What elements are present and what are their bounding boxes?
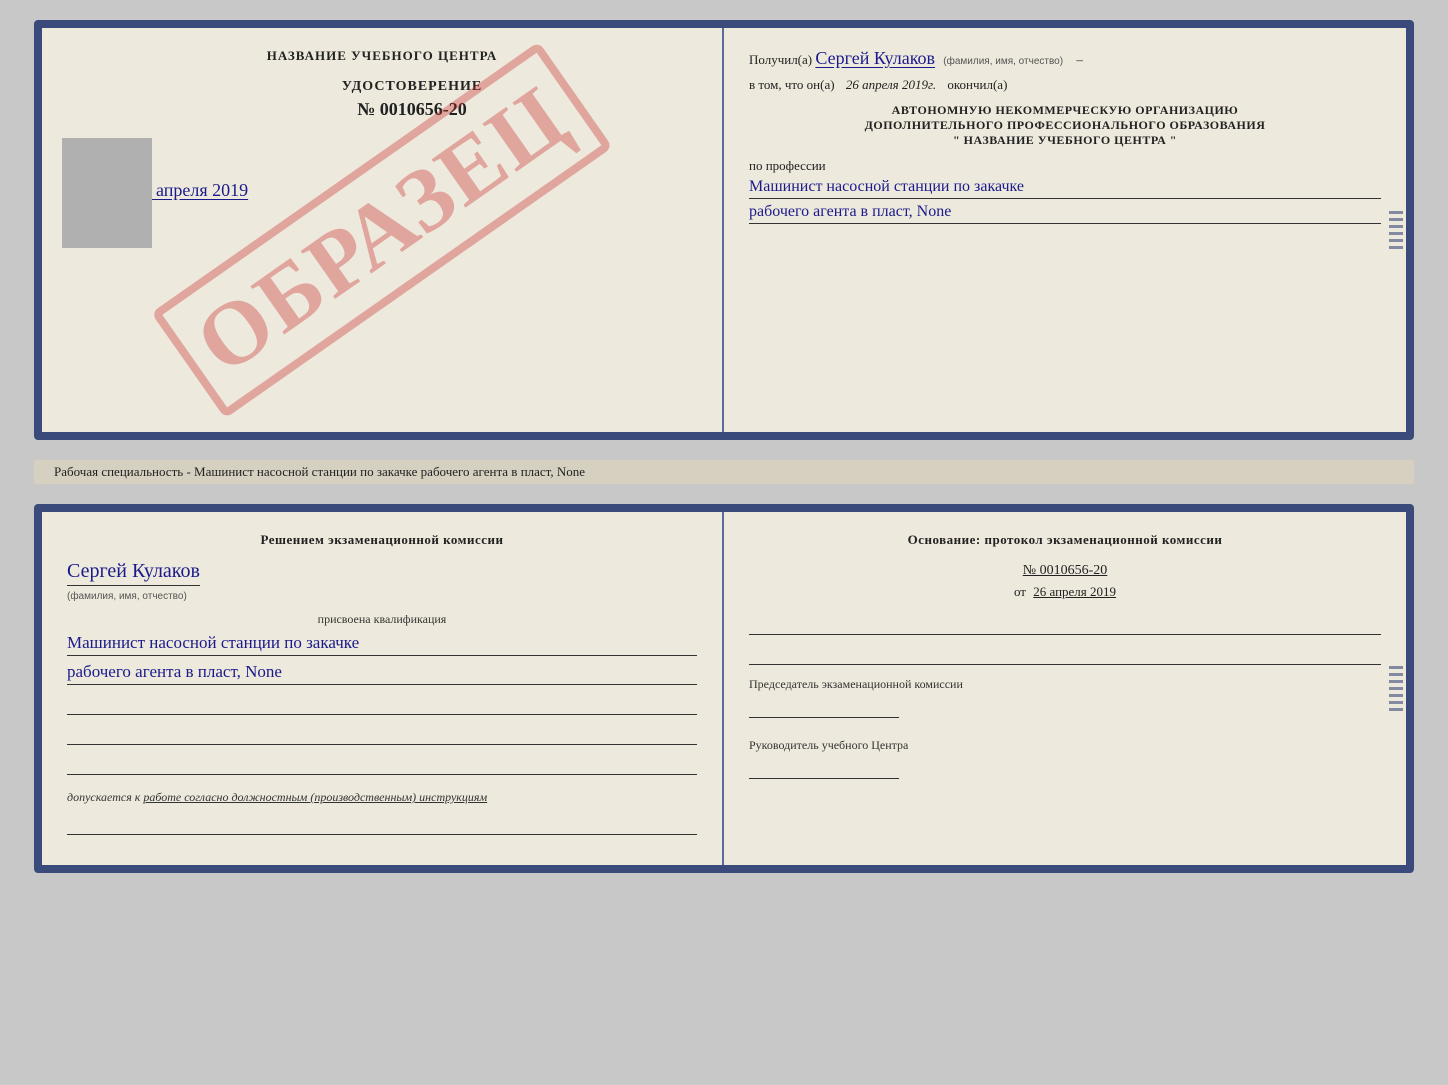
- director-signature-line: [749, 759, 899, 779]
- bottom-right-panel: Основание: протокол экзаменационной коми…: [724, 512, 1406, 865]
- blank-line-2: [67, 725, 697, 745]
- org-line3: " НАЗВАНИЕ УЧЕБНОГО ЦЕНТРА ": [749, 133, 1381, 148]
- qualification-label: присвоена квалификация: [67, 612, 697, 627]
- deco-bar: [1389, 673, 1403, 676]
- deco-bar: [1389, 239, 1403, 242]
- received-line: Получил(а) Сергей Кулаков (фамилия, имя,…: [749, 48, 1381, 69]
- protocol-date: от 26 апреля 2019: [749, 584, 1381, 600]
- training-center-title: НАЗВАНИЕ УЧЕБНОГО ЦЕНТРА: [67, 48, 697, 64]
- deco-bar: [1389, 211, 1403, 214]
- chairman-signature-line: [749, 698, 899, 718]
- profession-line1: Машинист насосной станции по закачке: [749, 178, 1381, 199]
- deco-bar: [1389, 701, 1403, 704]
- protocol-date-prefix: от: [1014, 584, 1026, 599]
- received-name: Сергей Кулаков: [815, 48, 935, 68]
- person-name-block: Сергей Кулаков (фамилия, имя, отчество): [67, 560, 697, 604]
- mp-label: М.П.: [67, 216, 697, 232]
- person-name: Сергей Кулаков: [67, 560, 200, 586]
- blank-line-r2: [749, 645, 1381, 665]
- decision-title: Решением экзаменационной комиссии: [67, 532, 697, 548]
- cert-number: № 0010656-20: [127, 99, 697, 120]
- qualification-line1: Машинист насосной станции по закачке: [67, 633, 697, 656]
- completed-line: в том, что он(а) 26 апреля 2019г. окончи…: [749, 77, 1381, 93]
- chairman-label: Председатель экзаменационной комиссии: [749, 677, 1381, 692]
- side-decoration-bottom: [1386, 512, 1406, 865]
- completed-date: 26 апреля 2019г.: [846, 77, 936, 92]
- bottom-document: Решением экзаменационной комиссии Сергей…: [34, 504, 1414, 873]
- blank-line-r1: [749, 615, 1381, 635]
- blank-line-4: [67, 815, 697, 835]
- deco-bar: [1389, 666, 1403, 669]
- protocol-date-value: 26 апреля 2019: [1033, 584, 1116, 599]
- received-label: Получил(а): [749, 52, 812, 67]
- top-document: НАЗВАНИЕ УЧЕБНОГО ЦЕНТРА ОБРАЗЕЦ УДОСТОВ…: [34, 20, 1414, 440]
- top-left-panel: НАЗВАНИЕ УЧЕБНОГО ЦЕНТРА ОБРАЗЕЦ УДОСТОВ…: [42, 28, 724, 432]
- deco-bar: [1389, 687, 1403, 690]
- profession-line2: рабочего агента в пласт, None: [749, 203, 1381, 224]
- photo-placeholder: [62, 138, 152, 248]
- deco-bar: [1389, 708, 1403, 711]
- qualification-line2: рабочего агента в пласт, None: [67, 662, 697, 685]
- separator-text: Рабочая специальность - Машинист насосно…: [54, 464, 585, 479]
- org-line2: ДОПОЛНИТЕЛЬНОГО ПРОФЕССИОНАЛЬНОГО ОБРАЗО…: [749, 118, 1381, 133]
- deco-bar: [1389, 680, 1403, 683]
- profession-label: по профессии: [749, 158, 1381, 174]
- deco-bar: [1389, 246, 1403, 249]
- blank-line-3: [67, 755, 697, 775]
- bottom-left-panel: Решением экзаменационной комиссии Сергей…: [42, 512, 724, 865]
- director-block: Руководитель учебного Центра: [749, 738, 1381, 779]
- side-decoration: [1386, 28, 1406, 432]
- deco-bar: [1389, 232, 1403, 235]
- admission-prefix: допускается к: [67, 790, 140, 804]
- issued-section: Выдано 26 апреля 2019: [87, 180, 697, 201]
- admission-text: допускается к работе согласно должностны…: [67, 790, 697, 805]
- admission-underline: работе согласно должностным (производств…: [143, 790, 487, 804]
- deco-bar: [1389, 218, 1403, 221]
- deco-bar: [1389, 694, 1403, 697]
- org-block: АВТОНОМНУЮ НЕКОММЕРЧЕСКУЮ ОРГАНИЗАЦИЮ ДО…: [749, 103, 1381, 148]
- org-line1: АВТОНОМНУЮ НЕКОММЕРЧЕСКУЮ ОРГАНИЗАЦИЮ: [749, 103, 1381, 118]
- protocol-number: № 0010656-20: [749, 563, 1381, 579]
- cert-title: УДОСТОВЕРЕНИЕ: [127, 79, 697, 95]
- basis-title: Основание: протокол экзаменационной коми…: [749, 532, 1381, 548]
- blank-line-1: [67, 695, 697, 715]
- completed-prefix: в том, что он(а): [749, 77, 835, 92]
- person-name-hint: (фамилия, имя, отчество): [67, 591, 187, 602]
- deco-bar: [1389, 225, 1403, 228]
- completed-suffix: окончил(а): [947, 77, 1007, 92]
- top-right-panel: Получил(а) Сергей Кулаков (фамилия, имя,…: [724, 28, 1406, 432]
- profession-section: по профессии Машинист насосной станции п…: [749, 158, 1381, 224]
- certificate-box: УДОСТОВЕРЕНИЕ № 0010656-20: [127, 79, 697, 120]
- chairman-block: Председатель экзаменационной комиссии: [749, 677, 1381, 718]
- separator-section: Рабочая специальность - Машинист насосно…: [34, 460, 1414, 484]
- name-hint: (фамилия, имя, отчество): [943, 56, 1063, 67]
- director-label: Руководитель учебного Центра: [749, 738, 1381, 753]
